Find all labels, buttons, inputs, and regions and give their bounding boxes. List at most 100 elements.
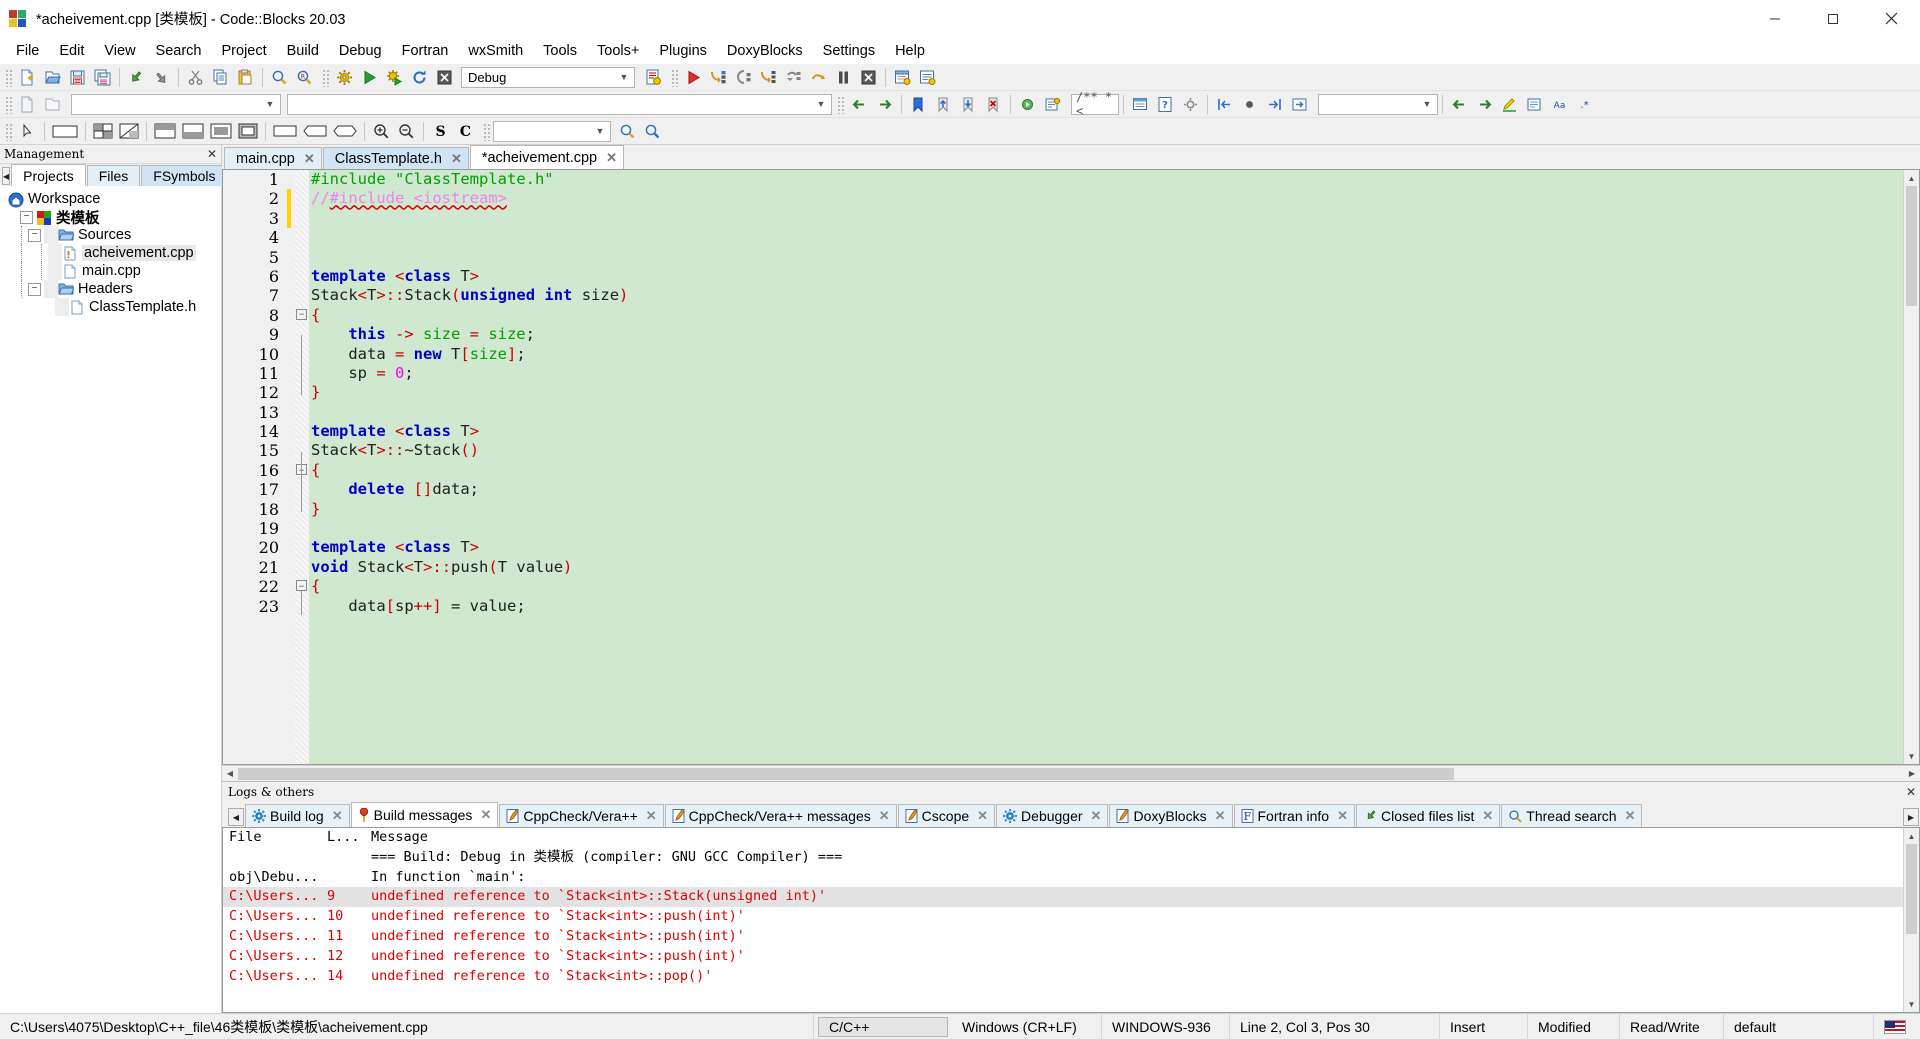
code-line[interactable]: template <class T> <box>311 422 1903 441</box>
log-tab-closed-files-list[interactable]: Closed files list ✕ <box>1356 804 1501 827</box>
hscroll-track[interactable] <box>238 766 1904 782</box>
scroll-thumb[interactable] <box>1906 844 1917 934</box>
code-line[interactable]: delete []data; <box>311 480 1903 499</box>
scroll-left-icon[interactable]: ◀ <box>228 808 244 826</box>
build-messages-rows[interactable]: File L... Message === Build: Debug in 类模板 (… <box>223 828 1903 1012</box>
close-icon[interactable]: ✕ <box>332 808 343 824</box>
run-icon[interactable] <box>357 66 382 89</box>
code-line[interactable]: //#include <iostream> <box>311 189 1903 208</box>
paste-icon[interactable] <box>233 66 258 89</box>
collapse-toggle-sources[interactable]: − <box>28 228 41 242</box>
regex-icon[interactable]: .* <box>1572 93 1597 116</box>
close-icon[interactable]: ✕ <box>977 808 988 824</box>
code-line[interactable]: { <box>311 461 1903 480</box>
replace-icon[interactable]: R <box>292 66 317 89</box>
new-file-icon[interactable] <box>15 66 40 89</box>
code-line[interactable]: sp = 0; <box>311 364 1903 383</box>
code-line[interactable]: { <box>311 577 1903 596</box>
toolbar-grip-6[interactable] <box>4 121 12 141</box>
close-icon[interactable]: ✕ <box>646 808 657 824</box>
scroll-right-icon[interactable]: ▶ <box>1903 808 1919 826</box>
save-all-icon[interactable] <box>90 66 115 89</box>
menu-tools-plus[interactable]: Tools+ <box>587 40 649 62</box>
break-debugger-icon[interactable] <box>831 66 856 89</box>
zoom-out-icon[interactable] <box>394 120 419 143</box>
bookmark-prev-icon[interactable] <box>931 93 956 116</box>
wrap-sizer-icon[interactable] <box>235 120 261 143</box>
close-icon[interactable]: ✕ <box>879 808 890 824</box>
resource-search-icon[interactable] <box>640 120 665 143</box>
redo-icon[interactable] <box>149 66 174 89</box>
code-line[interactable]: } <box>311 500 1903 519</box>
fold-toggle-icon[interactable]: − <box>296 308 307 320</box>
various-info-icon[interactable] <box>915 66 940 89</box>
toolbar-grip-7[interactable] <box>482 121 490 141</box>
menu-edit[interactable]: Edit <box>49 40 94 62</box>
scroll-up-icon[interactable]: ▲ <box>1904 170 1919 186</box>
log-tab-build-log[interactable]: Build log ✕ <box>245 804 350 827</box>
close-icon[interactable]: ✕ <box>480 807 491 823</box>
tab-fsymbols[interactable]: FSymbols <box>141 165 228 186</box>
menu-search[interactable]: Search <box>146 40 212 62</box>
close-icon[interactable]: ✕ <box>606 150 617 166</box>
new-file-icon-2[interactable] <box>15 93 40 116</box>
copy-icon[interactable] <box>208 66 233 89</box>
column-header-line[interactable]: L... <box>327 828 371 848</box>
editor-tab-main-cpp[interactable]: main.cpp ✕ <box>224 147 322 169</box>
toolbar-grip[interactable] <box>4 67 12 87</box>
editor-horizontal-scrollbar[interactable]: ◀ ▶ <box>222 765 1920 781</box>
menu-doxyblocks[interactable]: DoxyBlocks <box>717 40 813 62</box>
menu-view[interactable]: View <box>94 40 145 62</box>
column-header-message[interactable]: Message <box>371 828 1903 848</box>
close-button[interactable] <box>1862 0 1920 38</box>
column-header-file[interactable]: File <box>223 828 327 848</box>
doxyblocks-wizard-icon[interactable] <box>1040 93 1065 116</box>
code-folding-gutter[interactable]: −−− <box>295 170 309 764</box>
menu-build[interactable]: Build <box>277 40 329 62</box>
goto-line-start-icon[interactable] <box>1212 93 1237 116</box>
editor-vertical-scrollbar[interactable]: ▲ ▼ <box>1903 170 1919 764</box>
code-line[interactable]: { <box>311 306 1903 325</box>
stop-debugger-icon[interactable] <box>856 66 881 89</box>
search-scope-icon[interactable] <box>1522 93 1547 116</box>
code-line[interactable] <box>311 403 1903 422</box>
log-tab-fortran-info[interactable]: F Fortran info ✕ <box>1233 804 1355 827</box>
fold-toggle-icon[interactable]: − <box>296 580 307 592</box>
doxyblocks-run-icon[interactable] <box>1015 93 1040 116</box>
code-line[interactable]: template <class T> <box>311 538 1903 557</box>
log-tab-debugger[interactable]: Debugger ✕ <box>996 804 1109 827</box>
editor-tab-acheivement-cpp[interactable]: *acheivement.cpp ✕ <box>469 145 625 169</box>
log-tab-doxyblocks[interactable]: DoxyBlocks ✕ <box>1109 804 1233 827</box>
spacer-icon[interactable] <box>270 120 300 143</box>
log-tab-thread-search[interactable]: Thread search ✕ <box>1501 804 1643 827</box>
doxyblocks-settings-icon[interactable] <box>1178 93 1203 116</box>
doxyblocks-comment-field[interactable]: /** *< <box>1071 90 1119 118</box>
scroll-track[interactable] <box>1904 186 1919 748</box>
log-tab-cppcheck-vera-messages[interactable]: CppCheck/Vera++ messages ✕ <box>664 804 897 827</box>
debug-continue-icon[interactable] <box>681 66 706 89</box>
toolbar-grip-4[interactable] <box>4 94 12 114</box>
scroll-left-icon[interactable]: ◀ <box>2 167 11 185</box>
step-out-icon[interactable] <box>731 66 756 89</box>
close-icon[interactable]: ✕ <box>1902 785 1920 799</box>
code-line[interactable]: Stack<T>::Stack(unsigned int size) <box>311 286 1903 305</box>
build-and-run-icon[interactable] <box>382 66 407 89</box>
tree-item-headers[interactable]: − Headers <box>0 280 221 298</box>
tree-item-sources[interactable]: − Sources <box>0 226 221 244</box>
menu-plugins[interactable]: Plugins <box>649 40 717 62</box>
scroll-thumb[interactable] <box>1906 186 1917 306</box>
doxyblocks-help-icon[interactable]: ? <box>1153 93 1178 116</box>
forward-arrow-icon[interactable] <box>872 93 897 116</box>
abort-icon[interactable] <box>432 66 457 89</box>
box-sizer-bottom-icon[interactable] <box>179 120 207 143</box>
scroll-track[interactable] <box>1904 844 1919 996</box>
hscroll-thumb[interactable] <box>238 767 1455 780</box>
menu-fortran[interactable]: Fortran <box>392 40 459 62</box>
find-icon[interactable] <box>267 66 292 89</box>
tree-item-classtemplate-h[interactable]: ClassTemplate.h <box>0 298 221 316</box>
fortran-scope-combo[interactable]: ▼ <box>71 93 281 115</box>
scroll-down-icon[interactable]: ▼ <box>1904 748 1919 764</box>
log-row[interactable]: C:\Users... 10 undefined reference to `Sta… <box>223 907 1903 927</box>
next-line-icon[interactable] <box>756 66 781 89</box>
search-next-icon[interactable] <box>1472 93 1497 116</box>
